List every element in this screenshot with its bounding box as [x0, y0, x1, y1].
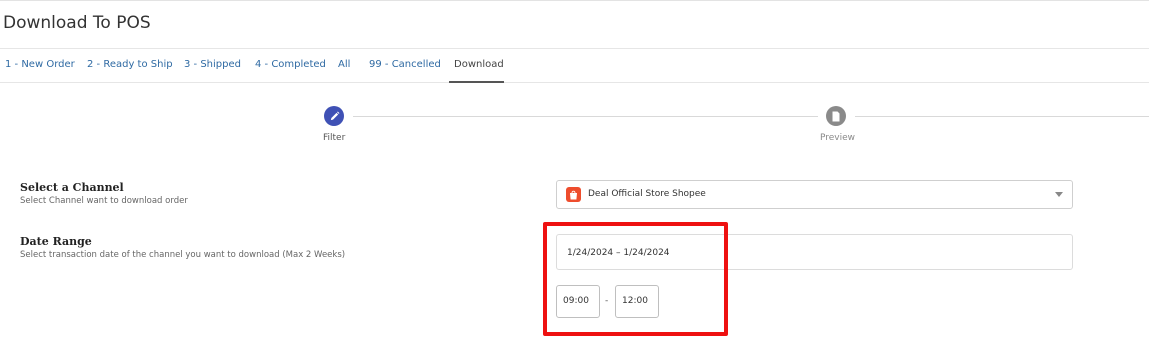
step-preview-label: Preview — [820, 133, 856, 143]
end-time-input[interactable]: 12:00 — [615, 285, 659, 318]
stepper-connector-tail — [855, 116, 1149, 117]
date-range-title: Date Range — [20, 235, 92, 248]
date-range-help: Select transaction date of the channel y… — [20, 250, 346, 260]
start-time-input[interactable]: 09:00 — [556, 285, 600, 318]
date-range-value: 1/24/2024 – 1/24/2024 — [567, 248, 670, 258]
step-filter-label: Filter — [323, 133, 346, 143]
channel-title: Select a Channel — [20, 181, 124, 194]
channel-help: Select Channel want to download order — [20, 196, 188, 206]
page-title: Download To POS — [3, 13, 151, 33]
tab-completed[interactable]: 4 - Completed — [255, 59, 326, 70]
active-tab-indicator — [449, 81, 504, 83]
tab-new-order[interactable]: 1 - New Order — [5, 59, 75, 70]
tab-all[interactable]: All — [338, 59, 350, 70]
pencil-icon — [330, 111, 339, 120]
shopee-icon — [566, 187, 581, 202]
channel-select-value: Deal Official Store Shopee — [588, 189, 706, 199]
chevron-down-icon[interactable] — [1055, 192, 1063, 197]
document-icon — [832, 111, 840, 121]
stepper-connector — [353, 116, 818, 117]
tab-download[interactable]: Download — [454, 59, 504, 70]
status-tabs: 1 - New Order 2 - Ready to Ship 3 - Ship… — [0, 49, 1149, 83]
step-filter[interactable] — [324, 106, 344, 126]
date-range-input[interactable]: 1/24/2024 – 1/24/2024 — [556, 234, 1073, 270]
tab-cancelled[interactable]: 99 - Cancelled — [369, 59, 441, 70]
step-preview[interactable] — [826, 106, 846, 126]
time-separator: - — [605, 296, 609, 306]
channel-select[interactable]: Deal Official Store Shopee — [556, 180, 1073, 209]
top-divider — [0, 0, 1149, 1]
tab-shipped[interactable]: 3 - Shipped — [184, 59, 241, 70]
tab-ready-to-ship[interactable]: 2 - Ready to Ship — [87, 59, 173, 70]
